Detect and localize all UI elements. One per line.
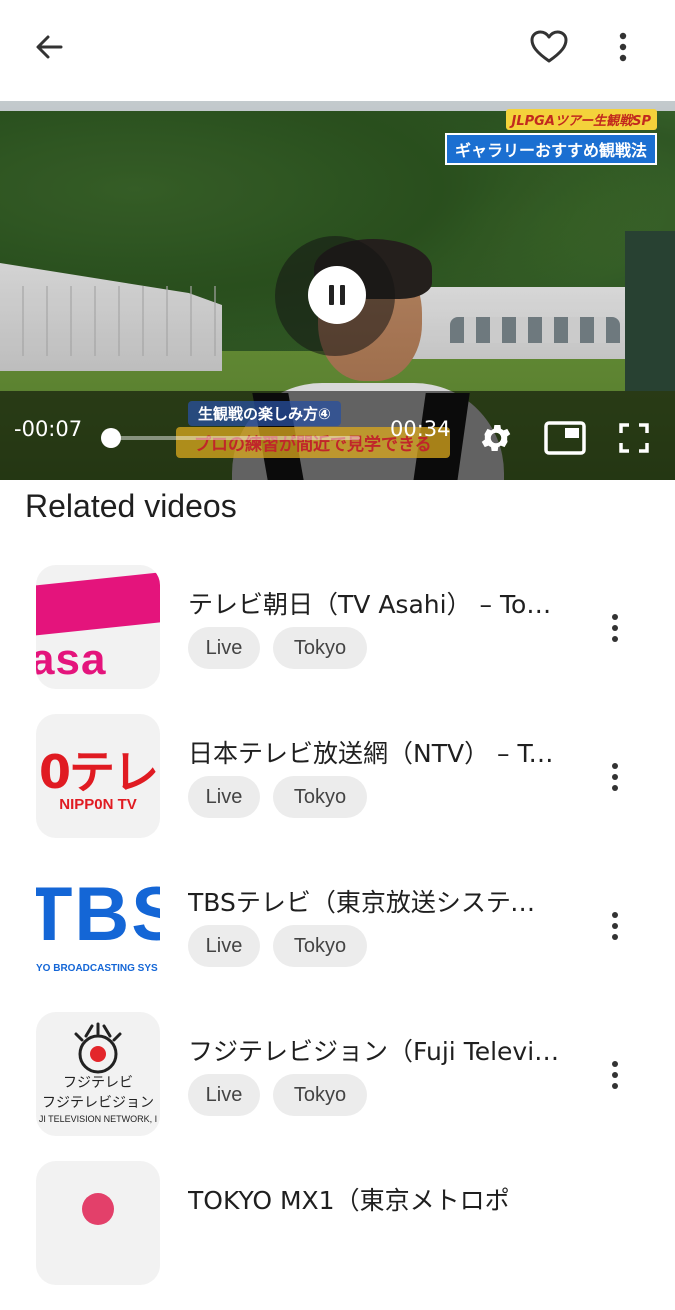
video-player[interactable]: JLPGAツアー生観戦SP ギャラリーおすすめ観戦法 生観戦の楽しみ方④ プロの… — [0, 101, 675, 480]
more-vertical-icon[interactable] — [604, 24, 642, 70]
more-vertical-icon[interactable] — [596, 1054, 634, 1096]
more-vertical-icon[interactable] — [596, 756, 634, 798]
tv-asahi-logo-thumbnail: asa — [36, 565, 160, 689]
tbs-logo-thumbnail: TBS YO BROADCASTING SYS — [36, 863, 160, 987]
ntv-logo-thumbnail: 0テレ NIPP0N TV — [36, 714, 160, 838]
settings-gear-icon[interactable] — [476, 418, 516, 458]
video-caption-big: ギャラリーおすすめ観戦法 — [444, 133, 657, 165]
pause-icon[interactable] — [308, 266, 366, 324]
fuji-tv-logo-thumbnail: フジテレビ フジテレビジョン JI TELEVISION NETWORK, I — [36, 1012, 160, 1136]
more-vertical-icon[interactable] — [596, 607, 634, 649]
tag-chip[interactable]: Tokyo — [273, 925, 367, 967]
tag-chip[interactable]: Tokyo — [273, 776, 367, 818]
video-title: 日本テレビ放送網（NTV） – Tokyo — [188, 739, 560, 768]
list-item[interactable]: asa テレビ朝日（TV Asahi） – Tokyo Live Tokyo — [0, 565, 675, 714]
back-arrow-icon[interactable] — [26, 24, 72, 70]
time-remaining: -00:07 — [14, 417, 83, 441]
related-videos-heading: Related videos — [25, 488, 237, 524]
list-item[interactable]: フジテレビ フジテレビジョン JI TELEVISION NETWORK, I … — [0, 1012, 675, 1161]
fullscreen-icon[interactable] — [612, 418, 656, 458]
tag-chip[interactable]: Tokyo — [273, 1074, 367, 1116]
seek-bar[interactable] — [110, 436, 360, 440]
player-controls: 生観戦の楽しみ方④ プロの練習が間近で見学できる -00:07 00:34 — [0, 391, 675, 480]
seek-bar-handle[interactable] — [101, 428, 121, 448]
list-item[interactable]: TBS YO BROADCASTING SYS TBSテレビ（東京放送システム）… — [0, 863, 675, 1012]
video-caption-lower-1: 生観戦の楽しみ方④ — [188, 401, 341, 426]
video-title: フジテレビジョン（Fuji Television） — [188, 1037, 560, 1066]
fuji-eye-icon — [74, 1022, 122, 1074]
tag-chip[interactable]: Live — [188, 1074, 260, 1116]
tag-chip[interactable]: Live — [188, 925, 260, 967]
more-vertical-icon[interactable] — [596, 905, 634, 947]
video-title: TOKYO MX1（東京メトロポ — [188, 1186, 510, 1215]
video-title: TBSテレビ（東京放送システム） — [188, 888, 560, 917]
tag-chip[interactable]: Tokyo — [273, 627, 367, 669]
video-title: テレビ朝日（TV Asahi） – Tokyo — [188, 590, 560, 619]
picture-in-picture-icon[interactable] — [542, 418, 588, 458]
tag-chip[interactable]: Live — [188, 627, 260, 669]
top-app-bar — [0, 0, 675, 100]
video-caption-small: JLPGAツアー生観戦SP — [505, 109, 657, 130]
time-total: 00:34 — [390, 417, 451, 441]
related-videos-list: asa テレビ朝日（TV Asahi） – Tokyo Live Tokyo 0… — [0, 565, 675, 1310]
tag-chip[interactable]: Live — [188, 776, 260, 818]
heart-icon[interactable] — [526, 24, 572, 70]
list-item[interactable]: TOKYO MX1（東京メトロポ — [0, 1161, 675, 1310]
tokyo-mx-logo-thumbnail — [36, 1161, 160, 1285]
list-item[interactable]: 0テレ NIPP0N TV 日本テレビ放送網（NTV） – Tokyo Live… — [0, 714, 675, 863]
video-caption-top: JLPGAツアー生観戦SP ギャラリーおすすめ観戦法 — [444, 109, 657, 165]
